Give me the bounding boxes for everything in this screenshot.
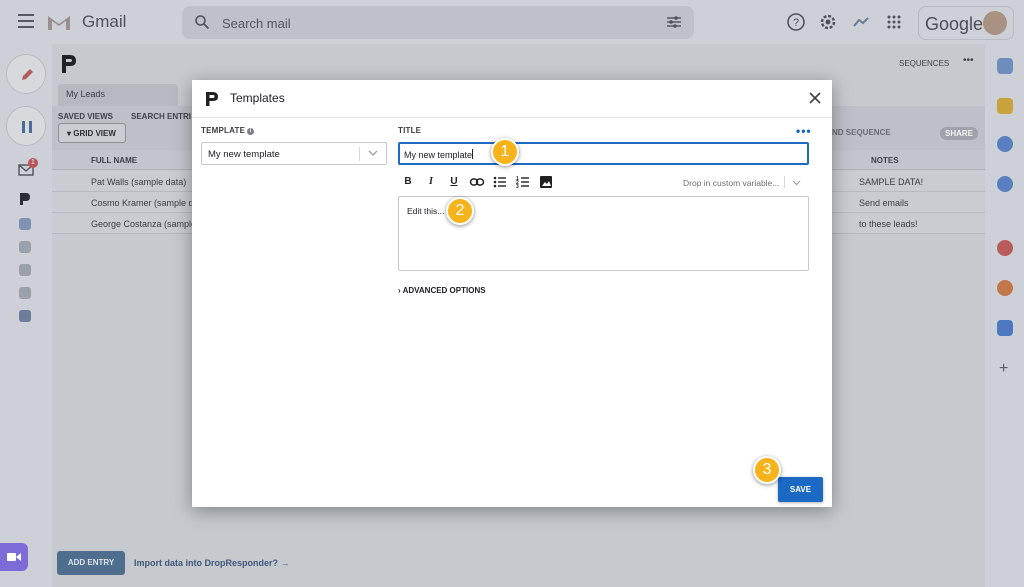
custom-variable-dropdown[interactable]: Drop in custom variable... [683,178,779,188]
more-options-icon[interactable]: ••• [963,55,974,66]
modal-header: Templates [192,80,832,118]
addon-icon[interactable] [997,280,1013,296]
row-name: Cosmo Kramer (sample data [91,198,207,208]
dropresponder-rail-icon[interactable] [18,192,32,206]
template-selected-value: My new template [208,149,280,160]
tasks-icon[interactable] [997,136,1013,152]
calendar-icon[interactable] [997,58,1013,74]
gmail-app-name: Gmail [82,12,127,31]
avatar [983,11,1007,35]
video-call-button[interactable] [0,543,28,571]
contacts-icon[interactable] [997,176,1013,192]
dropresponder-logo-icon [62,55,76,73]
compose-button[interactable] [6,54,46,94]
pencil-icon [22,69,33,80]
rail-item-icon[interactable] [19,264,31,276]
link-icon[interactable] [469,174,485,190]
select-divider [359,147,360,161]
rainbow-app-icon[interactable] [851,12,871,32]
grid-view-button[interactable]: ▾ GRID VIEW [58,123,126,143]
google-account-label: Google [925,14,984,34]
advanced-options-toggle[interactable]: › ADVANCED OPTIONS [398,286,486,295]
add-addon-icon[interactable]: + [999,360,1008,378]
tab-my-leads[interactable]: My Leads [58,84,178,106]
column-full-name[interactable]: FULL NAME [91,156,137,165]
info-icon[interactable]: i [247,128,255,135]
search-options-icon[interactable] [666,15,682,29]
rail-item-icon[interactable] [19,287,31,299]
right-side-panel: + [985,44,1024,587]
italic-button[interactable]: I [423,174,439,190]
more-options-icon[interactable]: ••• [796,124,812,138]
title-input-value: My new template [404,150,473,160]
template-field-label: TEMPLATE i [201,126,255,135]
save-button[interactable]: SAVE [778,477,823,502]
saved-views-label: SAVED VIEWS [58,112,113,121]
bulleted-list-icon[interactable] [492,174,508,190]
title-field-label: TITLE [398,126,422,135]
numbered-list-icon[interactable]: 1 2 3 [515,174,531,190]
dropresponder-logo-icon [206,92,218,106]
row-name: George Costanza (sample [91,219,197,229]
search-icon[interactable] [194,14,210,30]
dropdown-divider [784,176,785,188]
step-marker-3: 3 [753,456,781,484]
zoom-icon[interactable] [997,320,1013,336]
sequences-link[interactable]: SEQUENCES [899,59,949,68]
chevron-down-icon[interactable] [368,150,378,157]
google-account-button[interactable]: Google [918,6,1014,40]
import-data-link[interactable]: Import data into DropResponder? → [134,558,290,568]
row-note: to these leads! [859,219,918,229]
rail-item-m-icon[interactable] [19,218,31,230]
row-note: SAMPLE DATA! [859,177,924,187]
search-entries-label: SEARCH ENTRI [131,112,192,121]
underline-button[interactable]: U [446,174,462,190]
google-apps-icon[interactable] [884,12,904,32]
gmail-top-bar: Gmail Search mail ? Google [0,0,1024,44]
svg-text:3: 3 [516,184,519,190]
column-notes[interactable]: NOTES [871,156,899,165]
step-marker-1: 1 [491,138,519,166]
help-icon[interactable]: ? [786,12,806,32]
modal-title: Templates [230,91,285,105]
rail-item-icon[interactable] [19,310,31,322]
editor-content[interactable]: Edit this... [407,206,444,216]
video-camera-icon [7,553,21,561]
svg-text:?: ? [793,17,799,29]
share-button[interactable]: SHARE [940,127,979,140]
send-sequence-button[interactable]: ND SEQUENCE [832,128,891,137]
settings-gear-icon[interactable] [818,12,838,32]
keep-icon[interactable] [997,98,1013,114]
addon-icon[interactable] [997,240,1013,256]
close-icon[interactable] [808,91,822,105]
pause-icon [22,121,32,133]
image-icon[interactable] [538,174,554,190]
search-input[interactable]: Search mail [222,16,291,31]
text-caret [472,149,474,159]
rail-item-icon[interactable] [19,241,31,253]
chevron-down-icon[interactable] [792,180,801,186]
gmail-logo-icon [48,16,70,30]
pause-button[interactable] [6,106,46,146]
add-entry-button[interactable]: ADD ENTRY [57,551,125,575]
search-mail-bar[interactable]: Search mail [182,6,694,39]
bold-button[interactable]: B [400,174,416,190]
template-select[interactable]: My new template [201,142,387,165]
formatting-toolbar: B I U 1 2 3 Drop in custom variable... [398,174,809,192]
main-menu-icon[interactable] [18,14,34,28]
row-note: Send emails [859,198,909,208]
unread-count-badge: 1 [28,158,38,168]
row-name: Pat Walls (sample data) [91,177,187,187]
step-marker-2: 2 [446,197,474,225]
title-input[interactable]: My new template [398,142,809,165]
